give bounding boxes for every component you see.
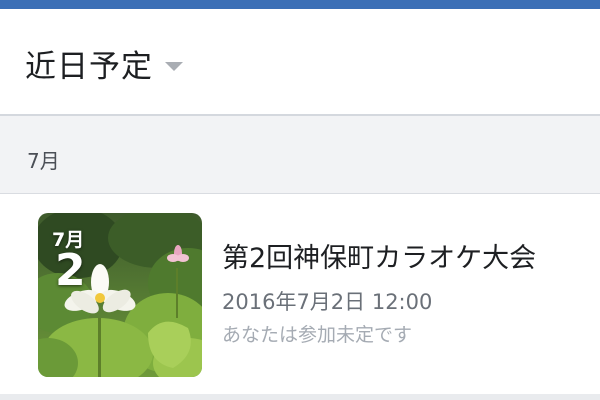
event-thumbnail: 7月 2 — [38, 213, 202, 377]
event-datetime: 2016年7月2日 12:00 — [222, 290, 433, 314]
thumbnail-day: 2 — [55, 245, 86, 296]
month-section-label: 7月 — [27, 149, 60, 173]
participation-status: あなたは参加未定です — [222, 324, 413, 346]
upcoming-dropdown[interactable]: 近日予定 — [25, 41, 183, 86]
event-list-item[interactable]: 7月 2 第2回神保町カラオケ大会 2016年7月2日 12:00 あなたは参加… — [0, 194, 600, 394]
event-title: 第2回神保町カラオケ大会 — [222, 243, 537, 274]
bottom-divider — [0, 394, 600, 400]
events-page: 近日予定 7月 7月 2 第2回神保町カラオケ大会 2016年7月2日 12:0… — [0, 0, 600, 400]
month-section-header: 7月 — [0, 116, 600, 194]
caret-down-icon — [165, 62, 183, 71]
page-title: 近日予定 — [25, 49, 153, 85]
header: 近日予定 — [0, 9, 600, 116]
top-accent-bar — [0, 0, 600, 9]
